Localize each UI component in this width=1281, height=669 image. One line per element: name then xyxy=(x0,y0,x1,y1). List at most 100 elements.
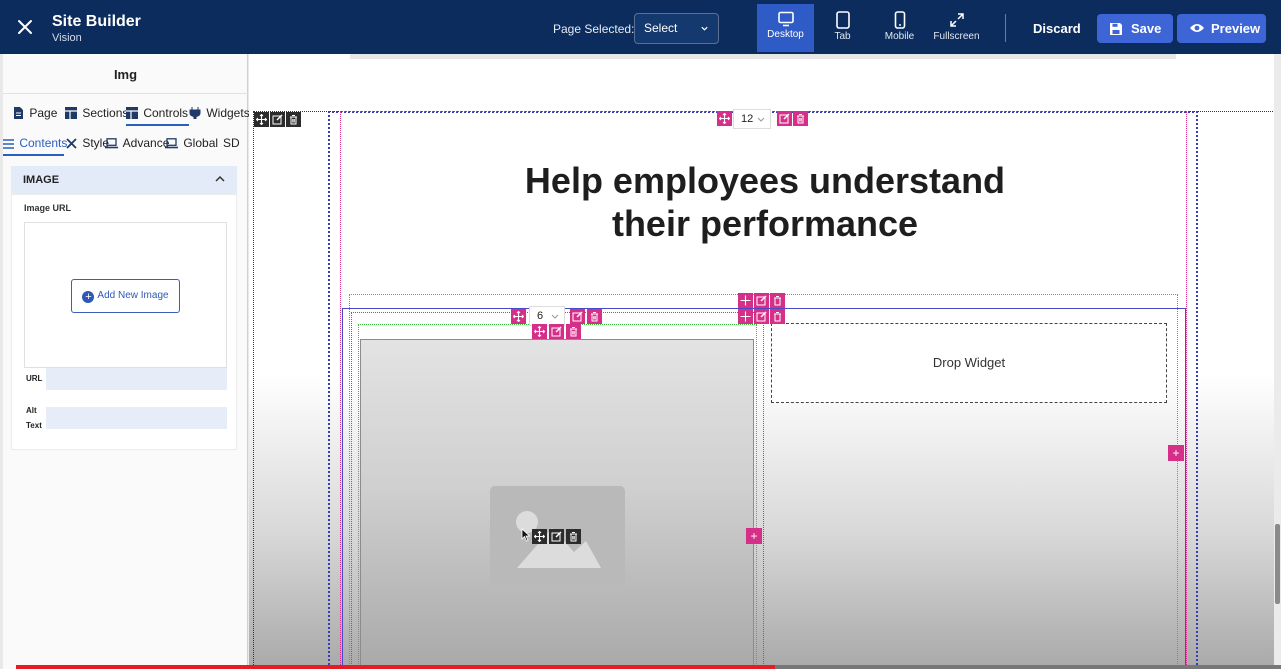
left-column-edit-icon[interactable] xyxy=(570,309,585,324)
chevron-down-icon xyxy=(551,314,559,319)
alt-text-input[interactable] xyxy=(48,407,226,429)
tab-sd-label: SD xyxy=(223,136,240,150)
tab-widgets-label: Widgets xyxy=(206,106,250,120)
url-label: URL xyxy=(24,368,46,390)
column-edit-icon[interactable] xyxy=(754,309,769,324)
sub-tabs: Contents Style Advance Global SD xyxy=(3,128,248,156)
plug-icon xyxy=(189,107,201,120)
tab-controls[interactable]: Controls xyxy=(126,98,189,126)
widget-delete-icon[interactable] xyxy=(566,324,581,339)
image-dropzone[interactable]: + Add New Image xyxy=(24,222,227,368)
tab-advance-label: Advance xyxy=(122,136,170,150)
app-title: Site Builder xyxy=(52,13,141,30)
tab-global[interactable]: Global xyxy=(165,128,218,156)
section-delete-icon[interactable] xyxy=(286,112,301,127)
add-column-button[interactable]: + xyxy=(746,528,762,544)
tab-sd[interactable]: SD xyxy=(223,128,240,156)
discard-button[interactable]: Discard xyxy=(1033,21,1081,36)
eye-icon xyxy=(1190,24,1204,32)
inner-row-delete-icon[interactable] xyxy=(770,293,785,308)
device-fullscreen-label: Fullscreen xyxy=(933,31,980,42)
add-new-image-button[interactable]: + Add New Image xyxy=(71,279,180,313)
image-move-icon[interactable] xyxy=(532,529,547,544)
row-columns-value: 12 xyxy=(741,113,754,125)
preview-button[interactable]: Preview xyxy=(1177,14,1266,43)
save-button[interactable]: Save xyxy=(1097,14,1173,43)
device-desktop-label: Desktop xyxy=(767,29,804,40)
top-bar: Site Builder Vision Page Selected: Selec… xyxy=(0,0,1281,54)
chevron-down-icon xyxy=(757,117,765,122)
save-label: Save xyxy=(1131,21,1162,36)
laptop-icon xyxy=(165,138,178,149)
alt-text-label: Alt Text xyxy=(24,403,46,430)
left-column-delete-icon[interactable] xyxy=(587,309,602,324)
laptop-icon xyxy=(105,138,118,149)
drop-widget-area[interactable]: Drop Widget xyxy=(771,323,1167,403)
tab-page[interactable]: Page xyxy=(13,98,57,126)
headline-line-2[interactable]: their performance xyxy=(249,202,1281,245)
inner-row-move-icon[interactable] xyxy=(738,293,753,308)
mouse-cursor-icon xyxy=(521,528,531,542)
tools-icon xyxy=(66,138,77,149)
image-delete-icon[interactable] xyxy=(566,529,581,544)
row-delete-icon[interactable] xyxy=(793,111,808,126)
tablet-icon xyxy=(835,11,850,29)
video-progress-bar[interactable] xyxy=(16,665,1281,669)
properties-panel: Img Page Sections Controls Widgets Conte… xyxy=(3,54,250,669)
image-section-body: Image URL + Add New Image URL Alt Text xyxy=(11,194,237,450)
page-select-dropdown[interactable]: Select xyxy=(634,13,719,44)
inner-columns-select[interactable]: 6 xyxy=(529,306,565,326)
inner-row-edit-icon[interactable] xyxy=(754,293,769,308)
add-row-column-button[interactable]: + xyxy=(1168,445,1184,461)
scrollbar-thumb[interactable] xyxy=(1275,524,1280,604)
controls-icon xyxy=(126,107,138,119)
inner-columns-value: 6 xyxy=(537,310,544,322)
tab-advance[interactable]: Advance xyxy=(105,128,169,156)
tab-sections-label: Sections xyxy=(82,106,129,120)
close-icon[interactable] xyxy=(14,16,36,38)
mobile-icon xyxy=(894,11,905,29)
row-edit-icon[interactable] xyxy=(777,111,792,126)
alt-label-line1: Alt xyxy=(26,406,37,415)
device-mobile-label: Mobile xyxy=(884,31,915,42)
column-delete-icon[interactable] xyxy=(770,309,785,324)
widget-edit-icon[interactable] xyxy=(549,324,564,339)
section-move-icon[interactable] xyxy=(254,112,269,127)
tab-contents[interactable]: Contents xyxy=(3,128,67,156)
image-section-header[interactable]: IMAGE xyxy=(11,166,237,194)
headline-line-1[interactable]: Help employees understand xyxy=(249,159,1281,202)
builder-canvas[interactable]: Help employees understand their performa… xyxy=(249,54,1281,669)
chevron-up-icon xyxy=(215,175,225,182)
device-fullscreen-button[interactable]: Fullscreen xyxy=(928,4,985,52)
device-desktop-button[interactable]: Desktop xyxy=(757,4,814,52)
tab-widgets[interactable]: Widgets xyxy=(189,98,250,126)
desktop-icon xyxy=(777,11,794,27)
image-section-title: IMAGE xyxy=(23,174,60,186)
tab-controls-label: Controls xyxy=(143,106,189,120)
device-tab-button[interactable]: Tab xyxy=(814,4,871,52)
header-divider xyxy=(1005,14,1006,42)
widget-move-icon[interactable] xyxy=(532,324,547,339)
image-url-label: Image URL xyxy=(24,203,72,213)
previous-section-edge xyxy=(350,54,1176,59)
url-input[interactable] xyxy=(48,368,226,390)
alt-text-field: Alt Text xyxy=(24,403,227,430)
add-new-image-label: Add New Image xyxy=(97,290,169,301)
column-move-icon[interactable] xyxy=(738,309,753,324)
canvas-scrollbar[interactable] xyxy=(1274,54,1281,665)
row-columns-select[interactable]: 12 xyxy=(733,109,771,129)
section-edit-icon[interactable] xyxy=(270,112,285,127)
page-selected-label: Page Selected: xyxy=(553,22,635,36)
tab-global-label: Global xyxy=(183,136,219,150)
main-tabs: Page Sections Controls Widgets xyxy=(3,98,250,126)
row-move-icon[interactable] xyxy=(717,111,732,126)
device-tab-label: Tab xyxy=(834,31,851,42)
image-edit-icon[interactable] xyxy=(549,529,564,544)
tab-style[interactable]: Style xyxy=(66,128,109,156)
page-select-value: Select xyxy=(644,21,678,35)
sections-icon xyxy=(65,107,77,119)
tab-sections[interactable]: Sections xyxy=(65,98,128,126)
left-column-move-icon[interactable] xyxy=(511,309,526,324)
device-mobile-button[interactable]: Mobile xyxy=(871,4,928,52)
app-subtitle: Vision xyxy=(52,32,82,44)
